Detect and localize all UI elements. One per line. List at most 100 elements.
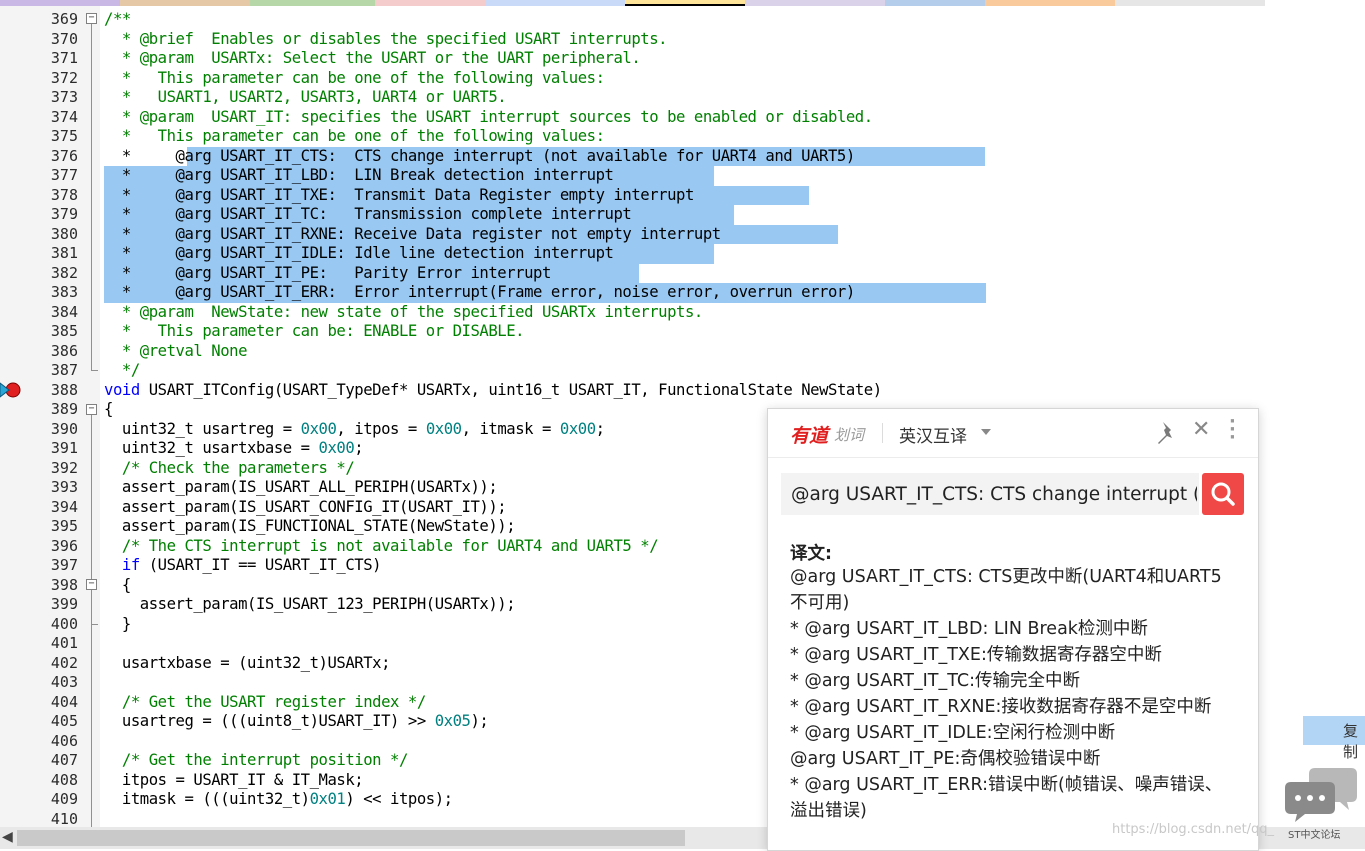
- code-line[interactable]: * @arg USART_IT_TC: Transmission complet…: [104, 205, 632, 225]
- fold-toggle[interactable]: −: [86, 579, 97, 590]
- code-text: * @arg USART_IT_ERR: Error interrupt(Fra…: [104, 283, 855, 301]
- code-line[interactable]: * @arg USART_IT_CTS: CTS change interrup…: [104, 147, 855, 167]
- code-line[interactable]: * This parameter can be one of the follo…: [104, 69, 605, 89]
- close-icon[interactable]: ✕: [1192, 417, 1210, 442]
- line-number: 372: [50, 68, 78, 87]
- code-line[interactable]: usartxbase = (uint32_t)USARTx;: [104, 654, 391, 674]
- code-line[interactable]: assert_param(IS_USART_ALL_PERIPH(USARTx)…: [104, 478, 498, 498]
- forum-label: ST中文论坛: [1288, 830, 1341, 841]
- line-number: 389: [50, 400, 78, 418]
- chevron-down-icon[interactable]: [981, 429, 991, 435]
- line-number: 403: [50, 673, 78, 691]
- code-line[interactable]: * @arg USART_IT_LBD: LIN Break detection…: [104, 166, 614, 186]
- translation-popup[interactable]: 有道 划词 英汉互译 ✕ · · · @arg USART_IT_CTS: CTS …: [767, 408, 1259, 851]
- code-line[interactable]: uint32_t usartxbase = 0x00;: [104, 439, 364, 459]
- code-text: assert_param(IS_FUNCTIONAL_STATE(NewStat…: [104, 517, 516, 535]
- line-number: 395: [50, 517, 78, 535]
- code-line[interactable]: usartreg = (((uint8_t)USART_IT) >> 0x05)…: [104, 712, 489, 732]
- fold-toggle[interactable]: −: [86, 13, 97, 24]
- line-number: 396: [50, 536, 78, 555]
- code-line[interactable]: /**: [104, 10, 131, 30]
- code-line[interactable]: /* Get the interrupt position */: [104, 751, 408, 771]
- line-number: 408: [50, 770, 78, 789]
- more-icon[interactable]: · · ·: [1229, 413, 1236, 447]
- code-line[interactable]: * @param USART_IT: specifies the USART i…: [104, 108, 873, 128]
- translation-line: @arg USART_IT_PE:奇偶校验错误中断: [790, 749, 1101, 769]
- code-text: }: [104, 614, 131, 633]
- line-number: 409: [50, 790, 78, 808]
- code-text: usartreg = (((uint8_t)USART_IT) >>: [104, 712, 435, 730]
- query-input[interactable]: @arg USART_IT_CTS: CTS change interrupt …: [781, 473, 1199, 515]
- code-line[interactable]: * USART1, USART2, USART3, UART4 or UART5…: [104, 88, 507, 108]
- code-line[interactable]: * @param USARTx: Select the USART or the…: [104, 49, 641, 69]
- code-line[interactable]: * This parameter can be: ENABLE or DISAB…: [104, 322, 525, 342]
- code-line[interactable]: /* The CTS interrupt is not available fo…: [104, 537, 659, 557]
- code-line[interactable]: * @retval None: [104, 342, 248, 362]
- scrollbar-thumb[interactable]: [17, 830, 685, 846]
- code-line[interactable]: {: [104, 576, 131, 596]
- line-number: 382: [50, 263, 78, 282]
- code-text: , itpos =: [336, 419, 426, 438]
- line-number: 370: [50, 29, 78, 48]
- line-number: 405: [50, 712, 78, 730]
- code-line[interactable]: * @arg USART_IT_PE: Parity Error interru…: [104, 264, 551, 284]
- translation-line: * @arg USART_IT_IDLE:空闲行检测中断: [790, 723, 1116, 743]
- code-comment: * @param USARTx: Select the USART or the…: [104, 49, 641, 67]
- copy-button[interactable]: 复制: [1303, 716, 1365, 761]
- search-icon: [1211, 482, 1235, 506]
- code-number: 0x01: [309, 790, 346, 808]
- code-line[interactable]: }: [104, 615, 131, 635]
- code-comment: */: [104, 361, 140, 379]
- code-comment: * This parameter can be one of the follo…: [104, 127, 605, 145]
- code-line[interactable]: assert_param(IS_FUNCTIONAL_STATE(NewStat…: [104, 517, 516, 537]
- code-number: 0x05: [434, 712, 471, 730]
- translation-result: @arg USART_IT_CTS: CTS更改中断(UART4和UART5不可…: [790, 564, 1238, 824]
- search-button[interactable]: [1202, 473, 1244, 515]
- code-line[interactable]: * @brief Enables or disables the specifi…: [104, 30, 668, 50]
- code-line[interactable]: uint32_t usartreg = 0x00, itpos = 0x00, …: [104, 420, 605, 440]
- code-line[interactable]: * @arg USART_IT_RXNE: Receive Data regis…: [104, 225, 721, 245]
- code-comment: * This parameter can be: ENABLE or DISAB…: [104, 322, 525, 340]
- code-text: * @arg USART_IT_LBD: LIN Break detection…: [104, 166, 614, 184]
- fold-toggle[interactable]: −: [86, 403, 97, 415]
- line-number: 404: [50, 692, 78, 711]
- code-line[interactable]: * @param NewState: new state of the spec…: [104, 303, 703, 323]
- code-line[interactable]: assert_param(IS_USART_123_PERIPH(USARTx)…: [104, 595, 516, 615]
- code-number: 0x00: [300, 419, 337, 438]
- line-number: 386: [50, 341, 78, 360]
- code-text: itmask = (((uint32_t): [104, 790, 310, 808]
- code-line[interactable]: * This parameter can be one of the follo…: [104, 127, 605, 147]
- code-line[interactable]: itmask = (((uint32_t)0x01) << itpos);: [104, 790, 453, 810]
- code-line[interactable]: {: [104, 400, 113, 420]
- code-line[interactable]: * @arg USART_IT_IDLE: Idle line detectio…: [104, 244, 614, 264]
- code-line[interactable]: */: [104, 361, 140, 381]
- code-text: * @arg USART_IT_CTS: CTS change interrup…: [104, 146, 855, 165]
- scroll-left-icon[interactable]: ◀: [2, 829, 13, 845]
- code-line[interactable]: itpos = USART_IT & IT_Mask;: [104, 771, 364, 791]
- code-text: * @arg USART_IT_PE: Parity Error interru…: [104, 263, 551, 282]
- code-comment: * USART1, USART2, USART3, UART4 or UART5…: [104, 88, 507, 106]
- code-line[interactable]: if (USART_IT == USART_IT_CTS): [104, 556, 382, 576]
- line-number: 394: [50, 497, 78, 516]
- code-text: * @arg USART_IT_TXE: Transmit Data Regis…: [104, 185, 695, 204]
- code-line[interactable]: /* Check the parameters */: [104, 459, 355, 479]
- code-comment: * This parameter can be one of the follo…: [104, 68, 605, 87]
- line-number: 387: [50, 361, 78, 379]
- code-text: assert_param(IS_USART_CONFIG_IT(USART_IT…: [104, 497, 507, 516]
- code-keyword: if: [104, 556, 140, 574]
- language-select[interactable]: 英汉互译: [899, 422, 967, 447]
- line-number: 374: [50, 107, 78, 126]
- code-line[interactable]: void USART_ITConfig(USART_TypeDef* USART…: [104, 381, 882, 401]
- code-line[interactable]: * @arg USART_IT_TXE: Transmit Data Regis…: [104, 185, 695, 206]
- chat-bubble-icon[interactable]: [1285, 766, 1359, 826]
- result-label: 译文:: [790, 544, 832, 564]
- code-line[interactable]: * @arg USART_IT_ERR: Error interrupt(Fra…: [104, 283, 855, 303]
- query-text[interactable]: @arg USART_IT_CTS: CTS change interrupt …: [791, 484, 1197, 505]
- translation-line: * @arg USART_IT_ERR:错误中断(帧错误、噪声错误、溢出错误): [790, 775, 1223, 821]
- code-line[interactable]: /* Get the USART register index */: [104, 693, 426, 713]
- pin-icon[interactable]: [1154, 420, 1178, 446]
- code-number: 0x00: [425, 419, 462, 438]
- code-line[interactable]: assert_param(IS_USART_CONFIG_IT(USART_IT…: [104, 497, 507, 518]
- breakpoint-icon[interactable]: [0, 380, 24, 400]
- youdao-logo: 有道: [790, 425, 829, 447]
